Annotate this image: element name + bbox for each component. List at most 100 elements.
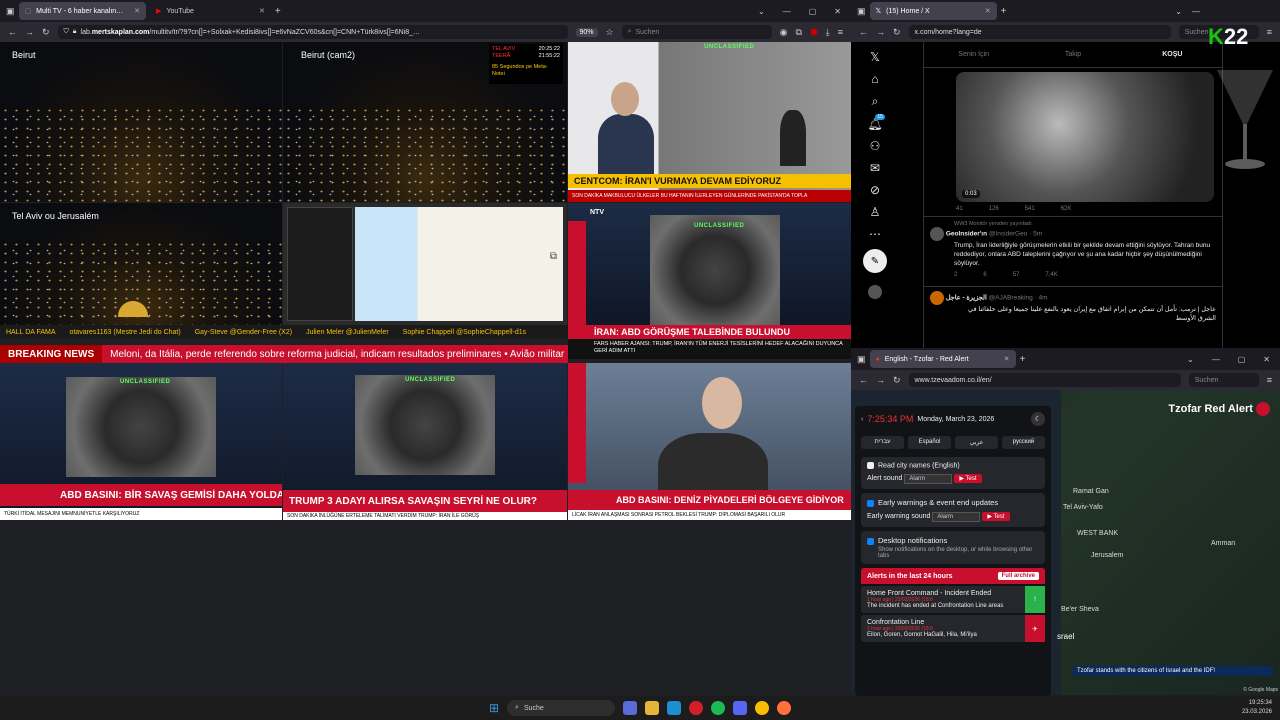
x-logo-icon[interactable]: 𝕏 <box>870 50 880 64</box>
opera-icon[interactable] <box>689 701 704 715</box>
repost-count[interactable]: 126 <box>989 206 999 212</box>
new-tab-button[interactable]: + <box>1020 354 1026 365</box>
view-count[interactable]: 62K <box>1061 206 1072 212</box>
tab-for-you[interactable]: Senin İçin <box>924 42 1023 67</box>
tab-x-home[interactable]: 𝕏 (15) Home / X ✕ <box>869 2 997 20</box>
forward-icon[interactable]: → <box>25 27 34 37</box>
new-tab-button[interactable]: + <box>275 6 281 17</box>
author-name[interactable]: Geolnsider'ın <box>946 231 987 238</box>
maximize-icon[interactable]: ▢ <box>1238 355 1246 364</box>
tab-list-icon[interactable]: ▣ <box>857 354 866 365</box>
search-field[interactable]: ⌕ Suchen <box>621 25 772 39</box>
extensions-icon[interactable]: ⧉ <box>795 27 801 38</box>
minimize-icon[interactable]: — <box>1212 355 1220 364</box>
list-tabs-icon[interactable]: ⌄ <box>758 7 765 16</box>
author-avatar[interactable] <box>930 291 944 305</box>
forward-icon[interactable]: → <box>876 375 885 385</box>
tab-list-icon[interactable]: ▣ <box>857 6 866 17</box>
feed-beirut-cam2[interactable]: Beirut (cam2) TEL AVIV 20:25:22 TEERÃ 21… <box>283 42 567 202</box>
lang-russian[interactable]: русский <box>1002 436 1045 449</box>
reload-icon[interactable]: ↻ <box>893 27 901 38</box>
notifications-icon[interactable]: 🔔︎ 15 <box>867 114 885 131</box>
follow-icon[interactable]: ⚇ <box>870 139 881 153</box>
feed-telaviv[interactable]: Tel Aviv ou Jerusalém <box>0 203 282 325</box>
fullscreen-icon[interactable]: ⧉ <box>550 251 557 262</box>
discord-icon[interactable] <box>733 701 748 715</box>
x-video[interactable]: 0:03 <box>956 72 1214 202</box>
chrome-icon[interactable] <box>755 701 770 715</box>
explore-icon[interactable]: ⌕ <box>872 94 879 109</box>
tab-multitv[interactable]: ▢ Multi TV - 6 haber kanalın… ✕ <box>18 2 147 20</box>
downloads-icon[interactable]: ⤓ <box>826 27 830 38</box>
close-tab-icon[interactable]: ✕ <box>134 7 140 15</box>
feed-ntv[interactable]: UNCLASSIFIED NTV <box>568 203 851 325</box>
back-icon[interactable]: ← <box>8 27 17 37</box>
close-tab-icon[interactable]: ✕ <box>259 7 265 15</box>
spotify-icon[interactable] <box>711 701 726 715</box>
list-tabs-icon[interactable]: ⌄ <box>1175 7 1182 16</box>
tab-youtube[interactable]: ▶ YouTube ✕ <box>150 2 271 20</box>
file-explorer-icon[interactable] <box>645 701 660 715</box>
author-avatar[interactable] <box>930 227 944 241</box>
forward-icon[interactable]: → <box>876 27 885 37</box>
profile-icon[interactable]: ♙ <box>870 205 881 219</box>
menu-icon[interactable]: ≡ <box>838 27 843 37</box>
close-tab-icon[interactable]: ✕ <box>1004 355 1010 363</box>
view-count[interactable]: 7,4K <box>1045 272 1057 278</box>
tab-list-icon[interactable]: ▣ <box>6 6 15 17</box>
reply-count[interactable]: 2 <box>954 272 957 278</box>
close-window-icon[interactable]: ✕ <box>834 7 841 16</box>
feed-map-screenshot[interactable]: ⧉ <box>283 203 567 325</box>
feed-ahaber[interactable]: ABD BASINI: DENİZ PİYADELERİ BÖLGEYE GİD… <box>568 363 851 520</box>
url-bar[interactable]: ⛉ 🔒︎ lab. mertskaplan.com/multitv/tr/?9?c… <box>57 25 568 39</box>
early-warning-checkbox[interactable] <box>867 500 874 507</box>
like-count[interactable]: 57 <box>1013 272 1020 278</box>
post-aljazeera[interactable]: الجزيرة - عاجل @AJABreaking · 4m عاجل | … <box>924 286 1222 327</box>
new-tab-button[interactable]: + <box>1001 6 1007 17</box>
back-icon[interactable]: ← <box>859 375 868 385</box>
desktop-notifications-checkbox[interactable] <box>867 538 874 545</box>
bookmark-star-icon[interactable]: ☆ <box>606 27 614 38</box>
feed-beirut[interactable]: Beirut <box>0 42 282 202</box>
taskbar-search[interactable]: ⌕ Suche <box>507 700 616 716</box>
close-tab-icon[interactable]: ✕ <box>985 7 991 15</box>
read-city-checkbox[interactable] <box>867 462 874 469</box>
alert-test-button[interactable]: ▶ Test <box>954 474 982 484</box>
menu-icon[interactable]: ≡ <box>1267 375 1272 385</box>
more-icon[interactable]: ⋯ <box>869 227 881 241</box>
early-sound-select[interactable]: Alarm <box>932 512 981 523</box>
maximize-icon[interactable]: ▢ <box>809 7 817 16</box>
alert-item[interactable]: Confrontation Line 1 hour ago | 23/03/20… <box>861 615 1045 643</box>
like-count[interactable]: 541 <box>1025 206 1035 212</box>
back-icon[interactable]: ← <box>859 27 868 37</box>
reload-icon[interactable]: ↻ <box>893 375 901 386</box>
lang-arabic[interactable]: عربي <box>955 436 998 449</box>
account-avatar[interactable] <box>868 285 882 299</box>
feed-haberturk[interactable]: UNCLASSIFIED ABD BASINI: BİR SAVAŞ GEMİS… <box>0 363 282 520</box>
list-tabs-icon[interactable]: ⌄ <box>1187 355 1194 364</box>
alert-sound-select[interactable]: Alarm <box>904 474 953 485</box>
grok-icon[interactable]: ⊘ <box>870 183 880 197</box>
copilot-icon[interactable] <box>623 701 638 715</box>
repost-count[interactable]: 6 <box>983 272 986 278</box>
feed-cnn-turk[interactable]: UNCLASSIFIED CENTCOM: İRAN'I VURMAYA DEV… <box>568 42 851 202</box>
minimize-icon[interactable]: — <box>783 7 791 16</box>
tab-tzofar[interactable]: ● English - Tzofar - Red Alert ✕ <box>869 350 1016 368</box>
feed-haberglobal[interactable]: UNCLASSIFIED TRUMP 3 ADAYI ALIRSA SAVAŞI… <box>283 363 567 520</box>
edge-icon[interactable] <box>667 701 682 715</box>
url-bar[interactable]: www.tzevaadom.co.il/en/ <box>908 373 1181 387</box>
ublock-icon[interactable]: ⬢ <box>810 27 818 38</box>
reload-icon[interactable]: ↻ <box>42 27 50 38</box>
account-icon[interactable]: ◉ <box>780 27 788 38</box>
zoom-indicator[interactable]: 90% <box>575 27 598 37</box>
reply-count[interactable]: 41 <box>956 206 963 212</box>
minimize-icon[interactable]: — <box>1192 7 1200 16</box>
collapse-icon[interactable]: ‹ <box>861 416 863 423</box>
dark-mode-icon[interactable]: ☾ <box>1031 412 1045 426</box>
post-geoinsider[interactable]: WW3 Monitör yeniden yayınladı Geolnsider… <box>924 216 1222 286</box>
early-test-button[interactable]: ▶ Test <box>982 512 1010 522</box>
messages-icon[interactable]: ✉ <box>870 161 880 175</box>
author-name[interactable]: الجزيرة - عاجل <box>946 295 987 302</box>
windows-start-icon[interactable]: ⊞ <box>489 701 499 715</box>
url-bar[interactable]: x.com/home?lang=de <box>908 25 1171 39</box>
